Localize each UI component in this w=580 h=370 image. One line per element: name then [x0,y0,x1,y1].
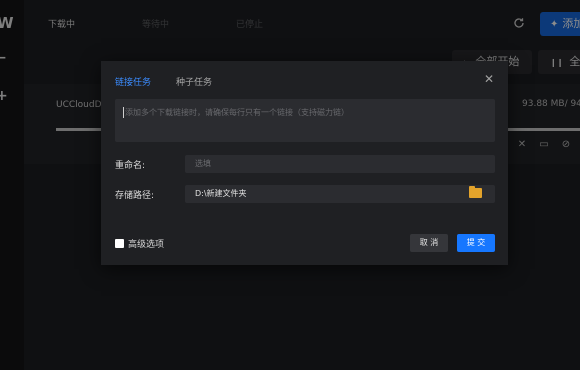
link-textarea[interactable]: 添加多个下载链接时，请确保每行只有一个链接（支持磁力链） [115,99,495,142]
close-icon[interactable]: ✕ [484,72,494,86]
advanced-options[interactable]: 高级选项 [115,237,164,250]
advanced-checkbox[interactable] [115,239,124,248]
folder-icon[interactable] [469,186,482,198]
save-path-input[interactable]: D:\新建文件夹 [185,185,495,203]
new-task-dialog: 链接任务 种子任务 ✕ 添加多个下载链接时，请确保每行只有一个链接（支持磁力链）… [101,61,508,265]
link-textarea-placeholder: 添加多个下载链接时，请确保每行只有一个链接（支持磁力链） [125,108,349,117]
text-caret [123,107,124,118]
save-path-label: 存储路径: [115,191,155,201]
advanced-label: 高级选项 [128,240,165,250]
tab-link-task[interactable]: 链接任务 [115,75,151,88]
tab-torrent-task[interactable]: 种子任务 [176,75,212,88]
submit-button[interactable]: 提 交 [457,234,495,252]
rename-label: 重命名: [115,161,146,171]
save-path-value: D:\新建文件夹 [195,189,247,198]
cancel-button[interactable]: 取 消 [410,234,448,252]
rename-input[interactable]: 选填 [185,155,495,173]
